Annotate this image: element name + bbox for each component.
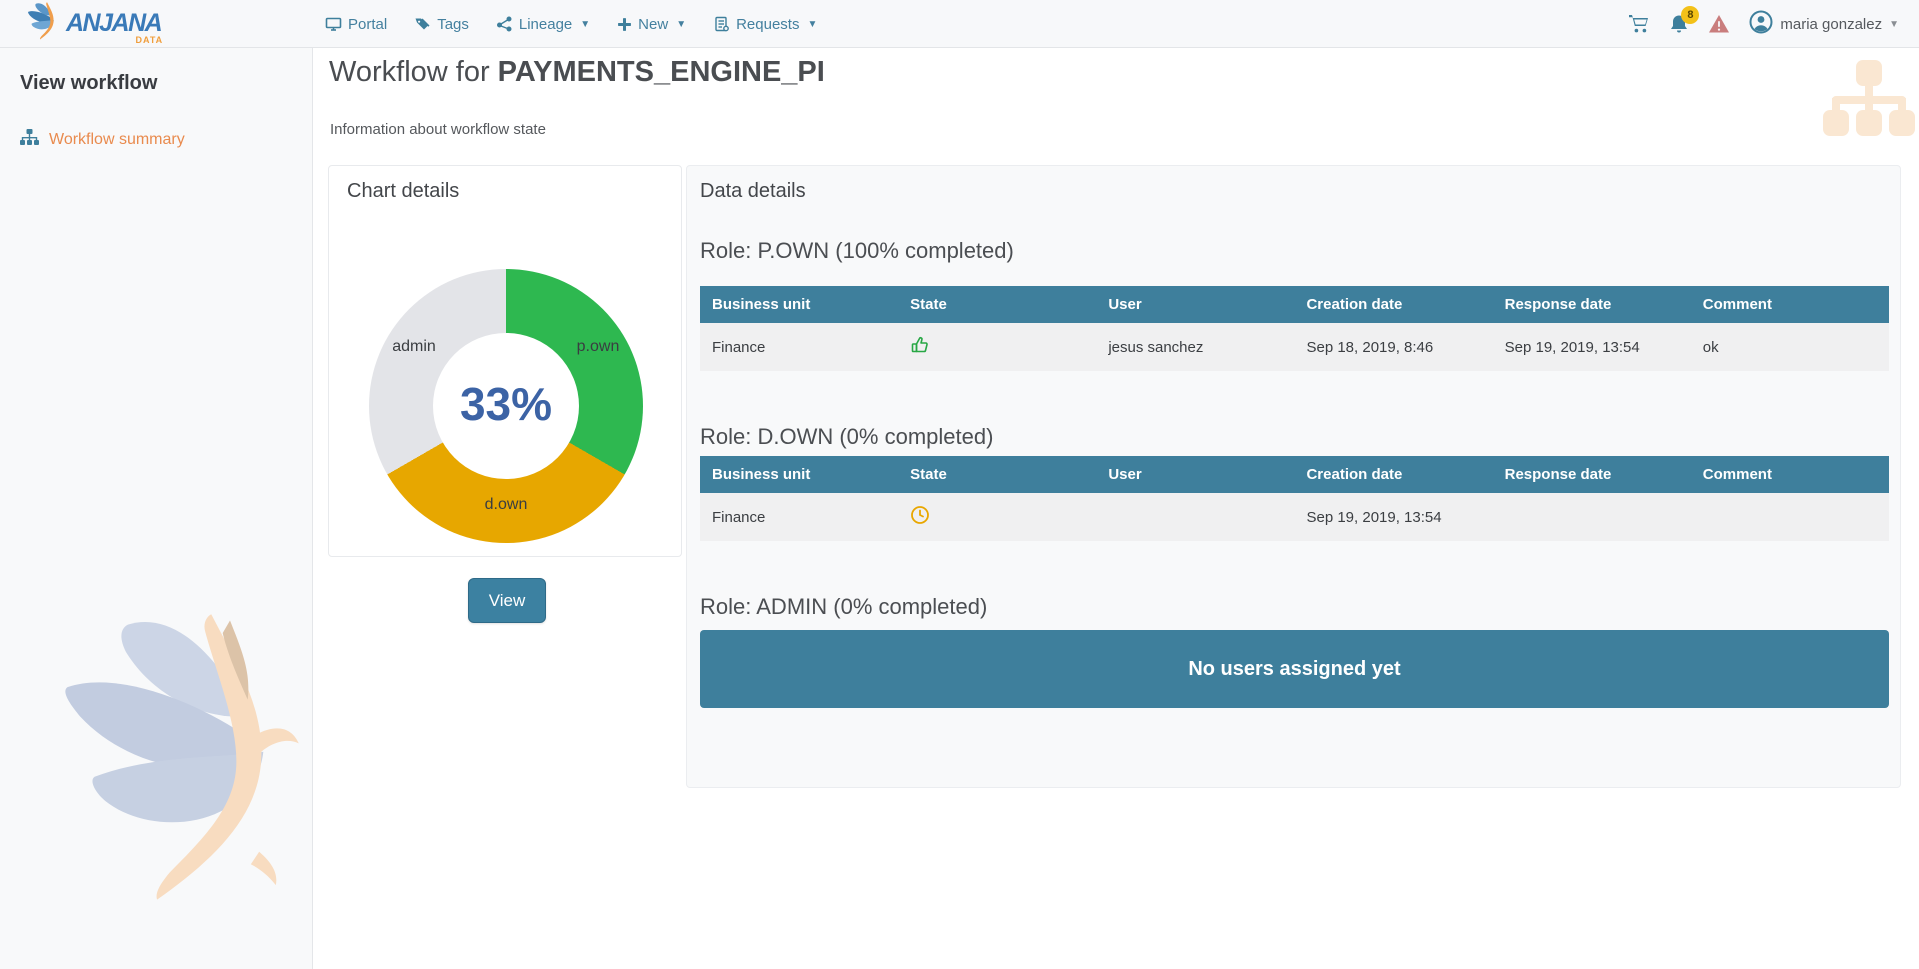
chart-details-card: Chart details 33% admin p.own d.own (328, 165, 682, 557)
role-heading-pown: Role: P.OWN (100% completed) (700, 238, 1014, 264)
donut-center-value: 33% (369, 377, 643, 431)
cell-user: jesus sanchez (1096, 323, 1294, 371)
col-comment: Comment (1691, 286, 1889, 323)
nav-item-requests[interactable]: Requests ▼ (713, 16, 817, 33)
nav-item-new[interactable]: New ▼ (617, 16, 686, 33)
col-creation-date: Creation date (1294, 286, 1492, 323)
cell-user (1096, 493, 1294, 541)
col-comment: Comment (1691, 456, 1889, 493)
main-menu: Portal Tags Lineage ▼ (325, 0, 817, 48)
chevron-down-icon: ▼ (676, 19, 686, 30)
sidebar-item-label: Workflow summary (49, 131, 185, 149)
role-table-pown: Business unit State User Creation date R… (700, 286, 1889, 371)
table-header-row: Business unit State User Creation date R… (700, 456, 1889, 493)
sidebar-item-workflow-summary[interactable]: Workflow summary (20, 129, 312, 151)
col-state: State (898, 456, 1096, 493)
col-response-date: Response date (1493, 456, 1691, 493)
table-row: Finance Sep 19, 2019, 13:54 (700, 493, 1889, 541)
cell-state (898, 493, 1096, 541)
sidebar-title: View workflow (20, 72, 312, 95)
nav-item-label: Tags (437, 16, 469, 33)
view-button[interactable]: View (468, 578, 546, 623)
donut-label-down: d.own (461, 496, 551, 514)
no-users-banner: No users assigned yet (700, 630, 1889, 708)
brand-name: ANJANA (66, 9, 161, 37)
brand-sub: DATA (136, 36, 164, 45)
notification-badge: 8 (1681, 6, 1699, 24)
table-row: Finance jesus sanchez Sep 18, 2019, 8:46… (700, 323, 1889, 371)
chevron-down-icon: ▼ (807, 19, 817, 30)
workflow-sitemap-icon (1823, 60, 1915, 147)
col-business-unit: Business unit (700, 456, 898, 493)
cell-response-date: Sep 19, 2019, 13:54 (1493, 323, 1691, 371)
tags-icon (414, 16, 431, 32)
sidebar: View workflow Workflow summary (0, 48, 313, 969)
role-table-down: Business unit State User Creation date R… (700, 456, 1889, 541)
anjana-fairy-watermark (55, 608, 305, 913)
donut-label-pown: p.own (553, 338, 643, 356)
role-heading-down: Role: D.OWN (0% completed) (700, 424, 993, 450)
cart-icon[interactable] (1628, 14, 1650, 34)
data-details-panel: Data details Role: P.OWN (100% completed… (686, 165, 1901, 788)
cell-creation-date: Sep 18, 2019, 8:46 (1294, 323, 1492, 371)
chart-card-title: Chart details (347, 180, 459, 203)
lineage-icon (496, 16, 513, 32)
page-subtitle: Information about workflow state (330, 121, 546, 138)
chevron-down-icon: ▼ (1889, 19, 1899, 30)
cell-state (898, 323, 1096, 371)
user-avatar-icon (1749, 10, 1773, 39)
role-heading-admin: Role: ADMIN (0% completed) (700, 594, 987, 620)
cell-comment (1691, 493, 1889, 541)
nav-item-label: Requests (736, 16, 799, 33)
nav-item-portal[interactable]: Portal (325, 16, 387, 33)
top-navbar: ANJANA DATA Portal Tags (0, 0, 1919, 48)
donut-label-admin: admin (369, 338, 459, 356)
col-response-date: Response date (1493, 286, 1691, 323)
col-state: State (898, 286, 1096, 323)
col-creation-date: Creation date (1294, 456, 1492, 493)
clock-icon (910, 512, 930, 529)
cell-creation-date: Sep 19, 2019, 13:54 (1294, 493, 1492, 541)
fairy-logo-icon (24, 2, 62, 45)
sitemap-icon (20, 129, 39, 151)
plus-icon (617, 17, 632, 32)
monitor-icon (325, 16, 342, 32)
nav-item-label: New (638, 16, 668, 33)
thumbs-up-icon (910, 342, 930, 359)
cell-comment: ok (1691, 323, 1889, 371)
notifications-bell-icon[interactable]: 8 (1669, 14, 1689, 35)
chevron-down-icon: ▼ (580, 19, 590, 30)
warning-icon[interactable] (1708, 14, 1730, 34)
cell-business-unit: Finance (700, 493, 898, 541)
app-logo[interactable]: ANJANA DATA (24, 2, 161, 45)
col-user: User (1096, 286, 1294, 323)
user-name: maria gonzalez (1780, 16, 1882, 33)
navbar-right: 8 maria gonzalez ▼ (1628, 0, 1899, 48)
data-panel-title: Data details (700, 180, 806, 203)
page-title-prefix: Workflow for (329, 56, 498, 88)
col-user: User (1096, 456, 1294, 493)
nav-item-label: Lineage (519, 16, 572, 33)
page-title: Workflow for PAYMENTS_ENGINE_PI (329, 56, 825, 89)
nav-item-lineage[interactable]: Lineage ▼ (496, 16, 590, 33)
page-title-entity: PAYMENTS_ENGINE_PI (498, 56, 825, 88)
nav-item-label: Portal (348, 16, 387, 33)
cell-business-unit: Finance (700, 323, 898, 371)
col-business-unit: Business unit (700, 286, 898, 323)
cell-response-date (1493, 493, 1691, 541)
table-header-row: Business unit State User Creation date R… (700, 286, 1889, 323)
nav-item-tags[interactable]: Tags (414, 16, 469, 33)
user-menu[interactable]: maria gonzalez ▼ (1749, 10, 1899, 39)
requests-icon (713, 16, 730, 32)
